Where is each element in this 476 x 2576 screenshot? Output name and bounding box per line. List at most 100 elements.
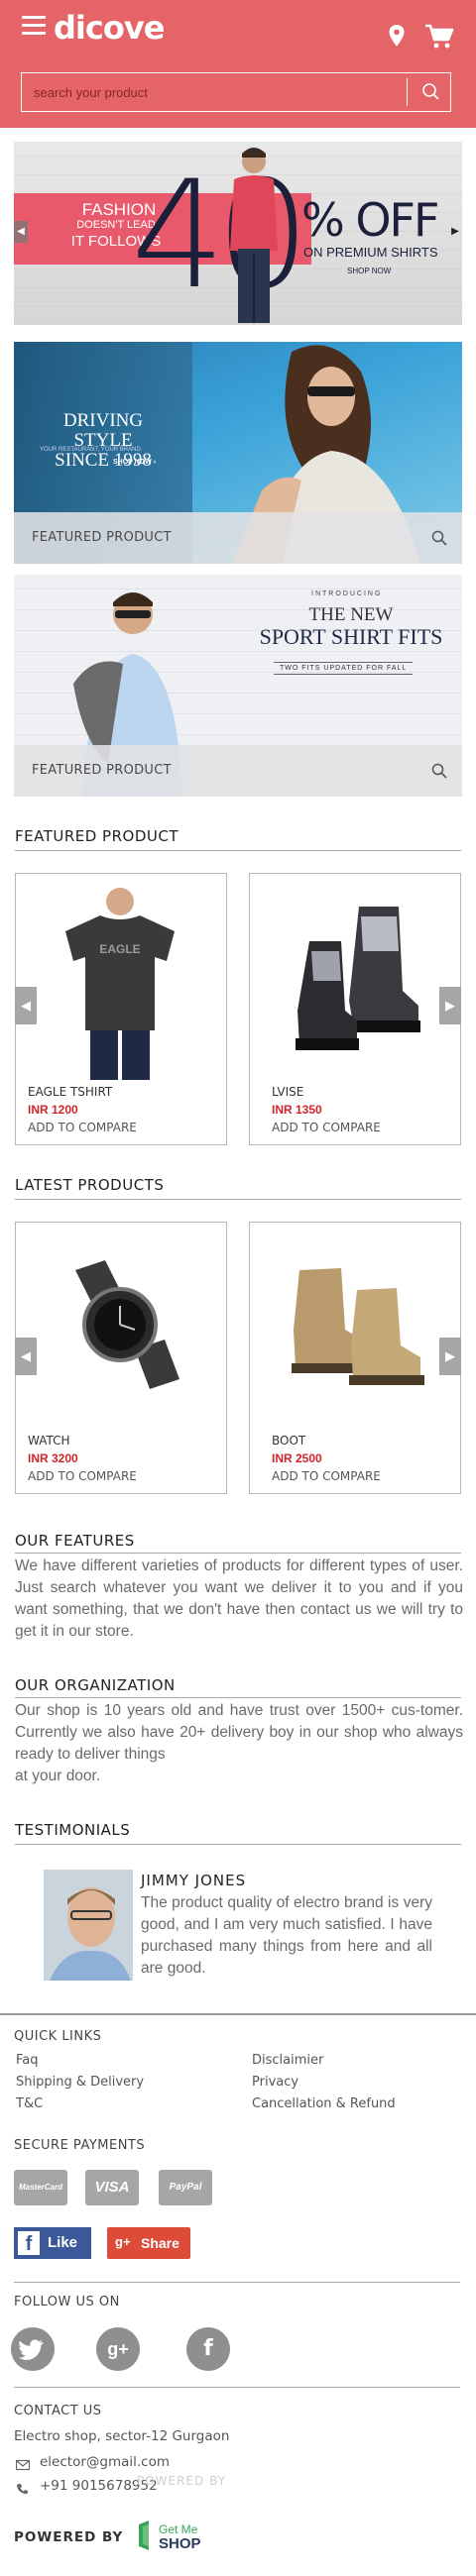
facebook-icon: f (18, 2231, 40, 2255)
search-icon[interactable] (430, 762, 448, 780)
contact-title: CONTACT US (14, 2404, 102, 2418)
search-divider (407, 78, 408, 106)
powered-by-label: POWERED BY (14, 2529, 124, 2545)
footer-link-shipping[interactable]: Shipping & Delivery (16, 2075, 144, 2090)
twitter-icon[interactable] (11, 2327, 55, 2371)
promo-banner-shirts[interactable]: INTRODUCING THE NEW SPORT SHIRT FITS TWO… (14, 575, 462, 797)
getmeshop-logo[interactable]: Get Me SHOP (135, 2517, 216, 2554)
section-divider (15, 1844, 461, 1845)
location-pin-icon[interactable] (387, 24, 407, 48)
testimonial-avatar (44, 1870, 133, 1981)
like-label: Like (48, 2234, 78, 2251)
google-plus-icon[interactable]: g+ (96, 2327, 140, 2371)
banner-shop-now-link[interactable]: SHOP NOW (347, 267, 391, 275)
getmeshop-logo-top: Get Me (159, 2522, 198, 2536)
banner-driving-style-line1: DRIVING STYLE (62, 410, 144, 451)
featured-caption-label: FEATURED PRODUCT (32, 530, 172, 545)
menu-icon[interactable] (22, 16, 46, 36)
banner-the-new-text: THE NEW (308, 604, 394, 625)
section-divider (15, 1697, 461, 1698)
banner-shop-now-link[interactable]: SHOP NOW › (113, 459, 156, 466)
footer-divider (14, 2387, 460, 2388)
carousel-next-arrow[interactable]: ▶ (439, 987, 461, 1024)
add-to-compare-link[interactable]: ADD TO COMPARE (28, 1469, 137, 1483)
organization-text-end: at your door. (15, 1768, 101, 1784)
product-name[interactable]: LVISE (272, 1085, 303, 1099)
testimonials-section-title: TESTIMONIALS (15, 1821, 131, 1839)
product-image-tshirt: EAGLE (65, 888, 175, 1080)
contact-email[interactable]: elector@gmail.com (40, 2454, 170, 2470)
product-card[interactable]: WATCH INR 3200 ADD TO COMPARE (15, 1222, 227, 1494)
carousel-prev-arrow[interactable]: ◀ (15, 1338, 37, 1375)
facebook-like-button[interactable]: f Like (14, 2227, 91, 2259)
getmeshop-logo-bottom: SHOP (159, 2535, 201, 2552)
banner-sport-shirt-text: SPORT SHIRT FITS (259, 624, 443, 649)
share-label: Share (141, 2235, 179, 2251)
search-bar (21, 72, 451, 112)
mastercard-icon: MasterCard (14, 2170, 67, 2205)
organization-section-title: OUR ORGANIZATION (15, 1676, 176, 1694)
add-to-compare-link[interactable]: ADD TO COMPARE (272, 1121, 381, 1134)
product-price: INR 1350 (272, 1103, 322, 1117)
footer-divider (0, 2013, 476, 2015)
product-image-boots (292, 1268, 424, 1385)
footer-link-cancellation[interactable]: Cancellation & Refund (252, 2096, 396, 2111)
search-input[interactable] (22, 73, 409, 111)
secure-payments-title: SECURE PAYMENTS (14, 2138, 146, 2153)
testimonial-text: The product quality of electro brand is … (141, 1894, 432, 1977)
phone-icon (17, 2484, 28, 2495)
product-name[interactable]: BOOT (272, 1434, 305, 1448)
add-to-compare-link[interactable]: ADD TO COMPARE (28, 1121, 137, 1134)
footer-link-disclaimer[interactable]: Disclaimier (252, 2053, 323, 2068)
logo[interactable]: dicove (54, 9, 165, 47)
banner-model-image (230, 148, 278, 323)
follow-us-title: FOLLOW US ON (14, 2295, 120, 2309)
powered-by-ghost-text: POWERED BY (137, 2474, 227, 2488)
product-card[interactable]: LVISE INR 1350 ADD TO COMPARE (249, 873, 461, 1145)
footer-link-terms[interactable]: T&C (16, 2096, 43, 2111)
visa-icon: VISA (85, 2170, 139, 2205)
search-icon[interactable] (430, 529, 448, 547)
banner-small-text: YOUR RESTAURANT, YOUR BRAND (40, 447, 141, 453)
footer-link-privacy[interactable]: Privacy (252, 2075, 298, 2090)
paypal-icon: PayPal (159, 2170, 212, 2205)
banner-introducing-text: INTRODUCING (311, 590, 383, 597)
add-to-compare-link[interactable]: ADD TO COMPARE (272, 1469, 381, 1483)
section-divider (15, 850, 461, 851)
mail-icon (16, 2459, 30, 2471)
section-divider (15, 1199, 461, 1200)
carousel-next-arrow[interactable]: ▶ (439, 1338, 461, 1375)
features-text: We have different varieties of products … (15, 1557, 463, 1640)
product-card[interactable]: BOOT INR 2500 ADD TO COMPARE (249, 1222, 461, 1494)
promo-banner-sale[interactable]: FASHION DOESN'T LEAD IT FOLLOWS 40 % OFF… (14, 142, 462, 325)
product-name[interactable]: WATCH (28, 1434, 70, 1448)
footer-divider (14, 2282, 460, 2283)
banner-premium-shirts-text: ON PREMIUM SHIRTS (303, 245, 438, 260)
section-divider (15, 1553, 461, 1554)
featured-section-title: FEATURED PRODUCT (15, 827, 179, 845)
features-section-title: OUR FEATURES (15, 1532, 135, 1550)
product-image-boots (296, 907, 420, 1050)
product-price: INR 3200 (28, 1451, 78, 1465)
product-card[interactable]: EAGLE EAGLE TSHIRT INR 1200 ADD TO COMPA… (15, 873, 227, 1145)
quick-links-title: QUICK LINKS (14, 2029, 102, 2044)
search-icon[interactable] (411, 73, 450, 111)
product-name[interactable]: EAGLE TSHIRT (28, 1085, 112, 1099)
google-plus-icon: g+ (115, 2234, 131, 2249)
footer-link-faq[interactable]: Faq (16, 2053, 39, 2068)
banner-fits-text: TWO FITS UPDATED FOR FALL (274, 662, 414, 675)
banner-prev-arrow[interactable]: ◀ (14, 221, 28, 243)
cart-icon[interactable] (424, 24, 454, 50)
product-image-watch (75, 1260, 179, 1389)
banner-next-arrow[interactable]: ▶ (448, 221, 462, 243)
promo-banner-style[interactable]: DRIVING STYLE SINCE 1998 YOUR RESTAURANT… (14, 342, 462, 564)
testimonial-author: JIMMY JONES (141, 1872, 247, 1889)
featured-caption-bar: FEATURED PRODUCT (14, 745, 462, 797)
organization-text: Our shop is 10 years old and have trust … (15, 1702, 463, 1763)
google-share-button[interactable]: g+ Share (107, 2227, 190, 2259)
product-price: INR 2500 (272, 1451, 322, 1465)
tshirt-print: EAGLE (99, 942, 140, 956)
featured-caption-label: FEATURED PRODUCT (32, 763, 172, 778)
facebook-icon[interactable]: f (186, 2327, 230, 2371)
carousel-prev-arrow[interactable]: ◀ (15, 987, 37, 1024)
